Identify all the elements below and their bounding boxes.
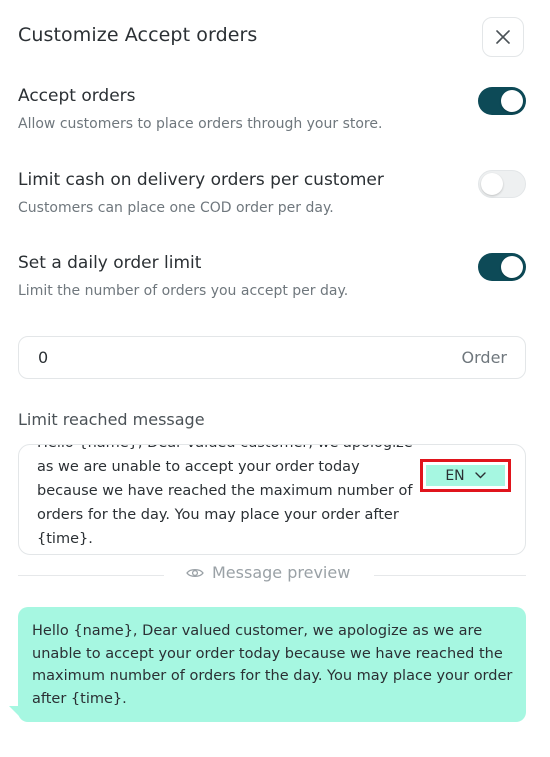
setting-daily-limit: Set a daily order limit Limit the number… bbox=[18, 253, 526, 299]
close-icon bbox=[496, 30, 510, 44]
message-preview-bubble: Hello {name}, Dear valued customer, we a… bbox=[9, 607, 526, 722]
chevron-down-icon bbox=[474, 472, 486, 479]
limit-message-textarea[interactable]: Hello {name}, Dear valued customer, we a… bbox=[18, 444, 526, 555]
bubble-tail bbox=[9, 706, 21, 718]
daily-limit-toggle[interactable] bbox=[478, 253, 526, 281]
setting-accept-orders: Accept orders Allow customers to place o… bbox=[18, 86, 526, 132]
daily-limit-value[interactable]: 0 bbox=[38, 348, 48, 367]
message-preview-label: Message preview bbox=[186, 563, 350, 582]
daily-limit-unit: Order bbox=[461, 348, 507, 367]
setting-label: Set a daily order limit bbox=[18, 253, 202, 273]
page-title: Customize Accept orders bbox=[18, 24, 258, 46]
setting-description: Customers can place one COD order per da… bbox=[18, 200, 334, 216]
language-value: EN bbox=[445, 467, 465, 484]
message-preview-text: Hello {name}, Dear valued customer, we a… bbox=[32, 623, 513, 707]
accept-orders-toggle[interactable] bbox=[478, 87, 526, 115]
close-button[interactable] bbox=[482, 17, 524, 57]
daily-limit-input[interactable]: 0 Order bbox=[18, 336, 526, 379]
limit-cod-toggle[interactable] bbox=[478, 170, 526, 198]
setting-label: Accept orders bbox=[18, 86, 136, 106]
limit-message-label: Limit reached message bbox=[18, 410, 205, 429]
setting-limit-cod: Limit cash on delivery orders per custom… bbox=[18, 170, 526, 216]
eye-icon bbox=[186, 568, 204, 577]
setting-description: Allow customers to place orders through … bbox=[18, 116, 383, 132]
setting-label: Limit cash on delivery orders per custom… bbox=[18, 170, 384, 190]
language-select[interactable]: EN bbox=[420, 459, 511, 492]
setting-description: Limit the number of orders you accept pe… bbox=[18, 283, 349, 299]
preview-divider: Message preview bbox=[18, 563, 526, 587]
limit-message-text[interactable]: Hello {name}, Dear valued customer, we a… bbox=[37, 445, 415, 551]
